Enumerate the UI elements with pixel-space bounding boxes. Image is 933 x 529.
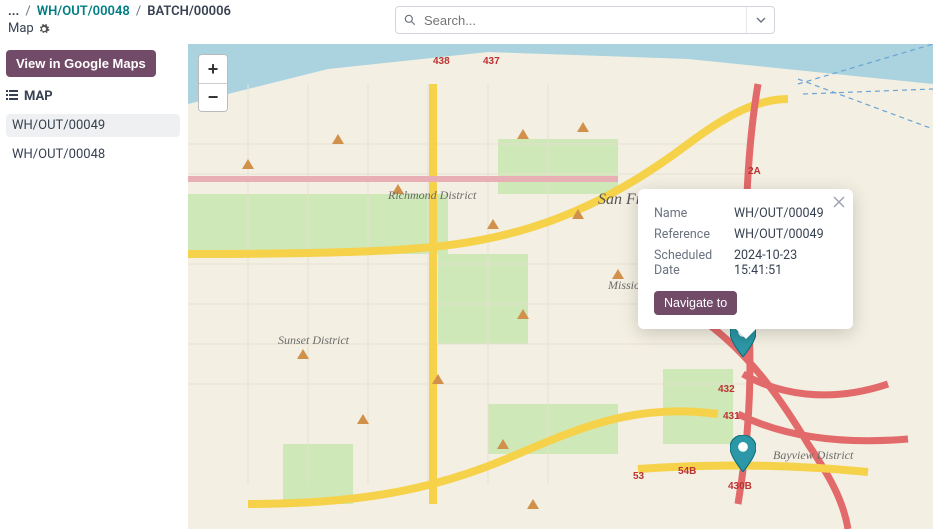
search-wrap (395, 6, 775, 34)
breadcrumb-current: BATCH/00006 (147, 4, 231, 19)
popup-key: Scheduled Date (654, 245, 734, 281)
breadcrumb-separator: / (136, 4, 141, 19)
district-label-bayview: Bayview District (773, 448, 854, 462)
sidebar-section-title: MAP (24, 89, 53, 104)
navigate-to-button[interactable]: Navigate to (654, 291, 737, 315)
search-icon (396, 13, 424, 27)
sidebar: View in Google Maps MAP WH/OUT/00049 WH/… (0, 44, 188, 529)
popup-key: Reference (654, 224, 734, 245)
svg-text:2A: 2A (748, 166, 761, 177)
search-input[interactable] (424, 9, 746, 32)
breadcrumb-separator: / (25, 4, 30, 19)
popup-row-scheduled-date: Scheduled Date 2024-10-23 15:41:51 (654, 245, 837, 281)
svg-text:431: 431 (723, 411, 740, 422)
main: View in Google Maps MAP WH/OUT/00049 WH/… (0, 44, 933, 529)
map-pin-wh-out-00048[interactable] (730, 435, 756, 469)
zoom-out-button[interactable]: − (199, 83, 227, 111)
district-label-richmond: Richmond District (387, 188, 477, 202)
svg-text:437: 437 (483, 56, 500, 67)
map-area[interactable]: Richmond District San Francisco Sunset D… (188, 44, 933, 529)
close-icon (833, 196, 845, 208)
svg-text:432: 432 (718, 384, 735, 395)
popup-value: WH/OUT/00049 (734, 203, 837, 224)
breadcrumb: ... / WH/OUT/00048 / BATCH/00006 (8, 4, 231, 19)
zoom-in-button[interactable]: + (199, 55, 227, 83)
svg-text:430B: 430B (728, 481, 752, 492)
svg-text:54B: 54B (678, 466, 696, 477)
topbar: ... / WH/OUT/00048 / BATCH/00006 Map (0, 0, 933, 44)
view-google-maps-button[interactable]: View in Google Maps (6, 50, 156, 77)
svg-text:438: 438 (433, 56, 450, 67)
popup-row-reference: Reference WH/OUT/00049 (654, 224, 837, 245)
popup-close-button[interactable] (833, 195, 845, 211)
popup-row-name: Name WH/OUT/00049 (654, 203, 837, 224)
popup-key: Name (654, 203, 734, 224)
map-popup: Name WH/OUT/00049 Reference WH/OUT/00049… (638, 189, 853, 329)
breadcrumb-ellipsis[interactable]: ... (8, 4, 19, 19)
search-box[interactable] (395, 6, 775, 34)
sidebar-section-header: MAP (6, 83, 180, 108)
sidebar-item-wh-out-00048[interactable]: WH/OUT/00048 (6, 143, 180, 166)
search-dropdown-toggle[interactable] (746, 7, 774, 33)
zoom-control: + − (198, 54, 228, 112)
topbar-left: ... / WH/OUT/00048 / BATCH/00006 Map (8, 0, 231, 36)
popup-value: 2024-10-23 15:41:51 (734, 245, 837, 281)
sidebar-item-wh-out-00049[interactable]: WH/OUT/00049 (6, 114, 180, 137)
popup-table: Name WH/OUT/00049 Reference WH/OUT/00049… (654, 203, 837, 281)
popup-value: WH/OUT/00049 (734, 224, 837, 245)
breadcrumb-link[interactable]: WH/OUT/00048 (37, 4, 130, 19)
list-icon (6, 90, 18, 103)
view-mode-text: Map (8, 21, 34, 36)
chevron-down-icon (756, 15, 766, 25)
view-mode-label[interactable]: Map (8, 21, 231, 36)
svg-text:53: 53 (633, 471, 645, 482)
district-label-sunset: Sunset District (278, 333, 350, 347)
gear-icon (38, 23, 50, 35)
